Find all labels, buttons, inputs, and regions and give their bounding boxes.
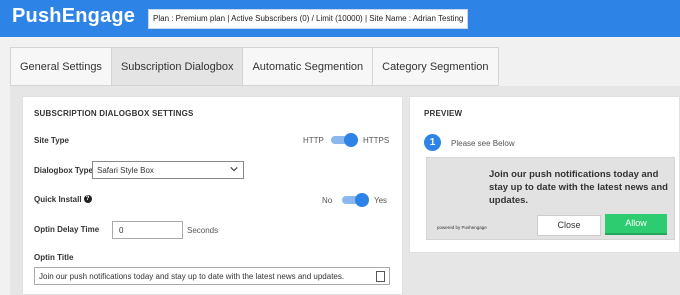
- quick-install-label-wrap: Quick Install?: [34, 195, 92, 204]
- dialogbox-type-select[interactable]: Safari Style Box: [92, 161, 244, 179]
- quick-install-toggle[interactable]: [342, 193, 369, 207]
- toggle-knob: [344, 133, 358, 147]
- site-type-label: Site Type: [34, 136, 69, 145]
- optin-delay-input[interactable]: 0: [112, 221, 183, 239]
- quick-install-off-label: No: [322, 196, 333, 205]
- subscription-settings-panel: SUBSCRIPTION DIALOGBOX SETTINGS Site Typ…: [22, 96, 403, 295]
- preview-panel: PREVIEW 1 Please see Below Join our push…: [409, 96, 680, 253]
- optin-title-value: Join our push notifications today and st…: [39, 272, 345, 281]
- settings-section-title: SUBSCRIPTION DIALOGBOX SETTINGS: [34, 109, 194, 118]
- optin-delay-unit: Seconds: [187, 226, 219, 235]
- chevron-down-icon: [230, 167, 238, 172]
- site-type-off-label: HTTP: [303, 136, 324, 145]
- preview-allow-button[interactable]: Allow: [605, 214, 667, 235]
- step-number-badge: 1: [424, 134, 441, 151]
- top-bar: PushEngage Plan : Premium plan | Active …: [0, 0, 680, 37]
- site-type-on-label: HTTPS: [363, 136, 390, 145]
- optin-title-input[interactable]: Join our push notifications today and st…: [34, 267, 390, 285]
- step-text: Please see Below: [451, 139, 515, 148]
- tab-category-segmention[interactable]: Category Segmention: [372, 47, 499, 86]
- preview-close-button[interactable]: Close: [537, 215, 601, 236]
- text-picker-icon[interactable]: [376, 271, 385, 282]
- powered-by-text: powered by Pushengage: [437, 225, 487, 230]
- toggle-knob: [355, 193, 369, 207]
- quick-install-on-label: Yes: [374, 196, 388, 205]
- quick-install-label: Quick Install: [34, 195, 82, 204]
- dialogbox-type-value: Safari Style Box: [97, 166, 154, 175]
- site-type-toggle[interactable]: [331, 133, 358, 147]
- optin-delay-label: Optin Delay Time: [34, 225, 100, 234]
- optin-title-label: Optin Title: [34, 253, 74, 262]
- tab-automatic-segmention[interactable]: Automatic Segmention: [242, 47, 374, 86]
- plan-info-badge: Plan : Premium plan | Active Subscribers…: [148, 9, 469, 29]
- optin-delay-value: 0: [119, 226, 124, 235]
- logo[interactable]: PushEngage: [12, 5, 135, 28]
- preview-message: Join our push notifications today and st…: [489, 169, 668, 206]
- settings-tabs: General Settings Subscription Dialogbox …: [10, 47, 499, 86]
- dialogbox-type-label: Dialogbox Type: [34, 166, 93, 175]
- preview-title: PREVIEW: [424, 109, 463, 118]
- tab-general-settings[interactable]: General Settings: [10, 47, 112, 86]
- tab-subscription-dialogbox[interactable]: Subscription Dialogbox: [110, 47, 244, 86]
- dialog-preview-box: Join our push notifications today and st…: [426, 157, 675, 240]
- help-icon[interactable]: ?: [83, 195, 92, 203]
